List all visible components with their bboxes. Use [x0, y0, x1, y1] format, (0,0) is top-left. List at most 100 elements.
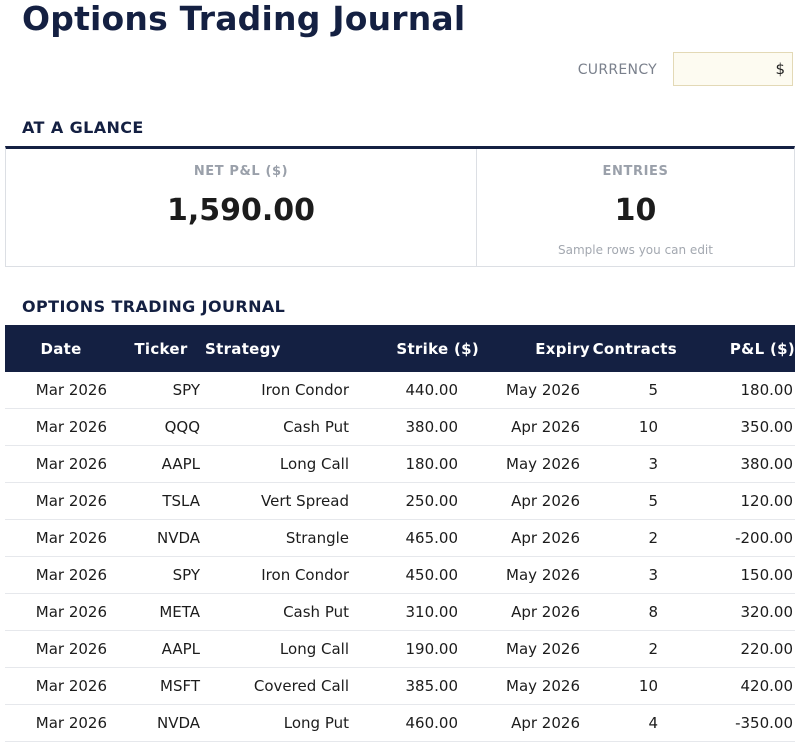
table-row: Mar 2026 META Cash Put 310.00 Apr 2026 8 320.0…: [5, 593, 795, 631]
expiry-cell[interactable]: May 2026: [479, 372, 590, 409]
strike-cell[interactable]: 310.00: [367, 593, 479, 631]
expiry-cell[interactable]: May 2026: [479, 667, 590, 705]
table-row: Mar 2026 QQQ Cash Put 380.00 Apr 2026 10 350.0…: [5, 408, 795, 446]
column-header-contracts[interactable]: Contracts: [590, 325, 677, 372]
entries-value: 10: [614, 193, 657, 228]
currency-input[interactable]: [673, 52, 793, 86]
page-title: Options Trading Journal: [22, 0, 466, 38]
column-header-pnl[interactable]: P&L ($): [677, 325, 795, 372]
pnl-cell[interactable]: -350.00: [677, 704, 795, 742]
date-cell[interactable]: Mar 2026: [5, 408, 117, 446]
entries-note: Sample rows you can edit: [558, 243, 713, 257]
pnl-cell[interactable]: 220.00: [677, 630, 795, 668]
pnl-cell[interactable]: 180.00: [677, 372, 795, 409]
expiry-cell[interactable]: Apr 2026: [479, 704, 590, 742]
strike-cell[interactable]: 450.00: [367, 556, 479, 594]
currency-label: CURRENCY: [577, 62, 657, 78]
date-cell[interactable]: Mar 2026: [5, 667, 117, 705]
date-cell[interactable]: Mar 2026: [5, 630, 117, 668]
date-cell[interactable]: Mar 2026: [5, 556, 117, 594]
net-pl-label: NET P&L ($): [193, 164, 289, 179]
date-cell[interactable]: Mar 2026: [5, 445, 117, 483]
expiry-cell[interactable]: May 2026: [479, 556, 590, 594]
expiry-cell[interactable]: Apr 2026: [479, 593, 590, 631]
column-header-strategy[interactable]: Strategy: [205, 325, 367, 372]
strategy-cell[interactable]: Iron Condor: [205, 372, 367, 409]
journal-heading: OPTIONS TRADING JOURNAL: [22, 297, 286, 316]
table-row: Mar 2026 SPY Iron Condor 450.00 May 2026 3 150…: [5, 556, 795, 594]
contracts-cell[interactable]: 2: [590, 630, 677, 668]
date-cell[interactable]: Mar 2026: [5, 704, 117, 742]
ticker-cell[interactable]: SPY: [117, 556, 205, 594]
strike-cell[interactable]: 380.00: [367, 408, 479, 446]
strategy-cell[interactable]: Long Put: [205, 704, 367, 742]
net-pl-value: 1,590.00: [166, 193, 316, 228]
pnl-cell[interactable]: 150.00: [677, 556, 795, 594]
table-row: Mar 2026 TSLA Vert Spread 250.00 Apr 2026 5 12…: [5, 482, 795, 520]
contracts-cell[interactable]: 4: [590, 704, 677, 742]
strike-cell[interactable]: 440.00: [367, 372, 479, 409]
contracts-cell[interactable]: 8: [590, 593, 677, 631]
at-a-glance-heading: AT A GLANCE: [22, 118, 144, 137]
net-pl-card: NET P&L ($) 1,590.00: [6, 149, 477, 266]
ticker-cell[interactable]: QQQ: [117, 408, 205, 446]
column-header-expiry[interactable]: Expiry: [479, 325, 590, 372]
strategy-cell[interactable]: Strangle: [205, 519, 367, 557]
strategy-cell[interactable]: Cash Put: [205, 408, 367, 446]
strike-cell[interactable]: 190.00: [367, 630, 479, 668]
pnl-cell[interactable]: 350.00: [677, 408, 795, 446]
strategy-cell[interactable]: Cash Put: [205, 593, 367, 631]
table-row: Mar 2026 MSFT Covered Call 385.00 May 2026 10…: [5, 667, 795, 705]
ticker-cell[interactable]: AAPL: [117, 445, 205, 483]
ticker-cell[interactable]: MSFT: [117, 667, 205, 705]
strike-cell[interactable]: 465.00: [367, 519, 479, 557]
contracts-cell[interactable]: 5: [590, 372, 677, 409]
pnl-cell[interactable]: 320.00: [677, 593, 795, 631]
expiry-cell[interactable]: May 2026: [479, 445, 590, 483]
pnl-cell[interactable]: 380.00: [677, 445, 795, 483]
contracts-cell[interactable]: 2: [590, 519, 677, 557]
date-cell[interactable]: Mar 2026: [5, 519, 117, 557]
expiry-cell[interactable]: Apr 2026: [479, 408, 590, 446]
table-row: Mar 2026 AAPL Long Call 180.00 May 2026 3 380.…: [5, 445, 795, 483]
strategy-cell[interactable]: Vert Spread: [205, 482, 367, 520]
column-header-strike[interactable]: Strike ($): [367, 325, 479, 372]
contracts-cell[interactable]: 3: [590, 445, 677, 483]
ticker-cell[interactable]: NVDA: [117, 519, 205, 557]
date-cell[interactable]: Mar 2026: [5, 372, 117, 409]
strategy-cell[interactable]: Long Call: [205, 630, 367, 668]
strike-cell[interactable]: 385.00: [367, 667, 479, 705]
table-header-row: Date Ticker Strategy Strike ($) Expiry C…: [5, 325, 795, 372]
contracts-cell[interactable]: 5: [590, 482, 677, 520]
table-row: Mar 2026 AAPL Long Call 190.00 May 2026 2 220.…: [5, 630, 795, 668]
ticker-cell[interactable]: TSLA: [117, 482, 205, 520]
strategy-cell[interactable]: Long Call: [205, 445, 367, 483]
contracts-cell[interactable]: 10: [590, 408, 677, 446]
journal-table-body: Mar 2026 SPY Iron Condor 440.00 May 2026 5 180…: [5, 372, 795, 742]
table-row: Mar 2026 NVDA Long Put 460.00 Apr 2026 4 -350.…: [5, 704, 795, 742]
ticker-cell[interactable]: SPY: [117, 372, 205, 409]
column-header-ticker[interactable]: Ticker: [117, 325, 205, 372]
expiry-cell[interactable]: May 2026: [479, 630, 590, 668]
column-header-date[interactable]: Date: [5, 325, 117, 372]
pnl-cell[interactable]: 420.00: [677, 667, 795, 705]
strategy-cell[interactable]: Covered Call: [205, 667, 367, 705]
strike-cell[interactable]: 460.00: [367, 704, 479, 742]
journal-table: Date Ticker Strategy Strike ($) Expiry C…: [5, 325, 795, 742]
pnl-cell[interactable]: -200.00: [677, 519, 795, 557]
entries-card: ENTRIES 10 Sample rows you can edit: [477, 149, 794, 266]
date-cell[interactable]: Mar 2026: [5, 482, 117, 520]
ticker-cell[interactable]: NVDA: [117, 704, 205, 742]
table-row: Mar 2026 SPY Iron Condor 440.00 May 2026 5 180…: [5, 372, 795, 409]
ticker-cell[interactable]: AAPL: [117, 630, 205, 668]
ticker-cell[interactable]: META: [117, 593, 205, 631]
expiry-cell[interactable]: Apr 2026: [479, 482, 590, 520]
expiry-cell[interactable]: Apr 2026: [479, 519, 590, 557]
strike-cell[interactable]: 250.00: [367, 482, 479, 520]
strike-cell[interactable]: 180.00: [367, 445, 479, 483]
date-cell[interactable]: Mar 2026: [5, 593, 117, 631]
contracts-cell[interactable]: 3: [590, 556, 677, 594]
pnl-cell[interactable]: 120.00: [677, 482, 795, 520]
contracts-cell[interactable]: 10: [590, 667, 677, 705]
strategy-cell[interactable]: Iron Condor: [205, 556, 367, 594]
